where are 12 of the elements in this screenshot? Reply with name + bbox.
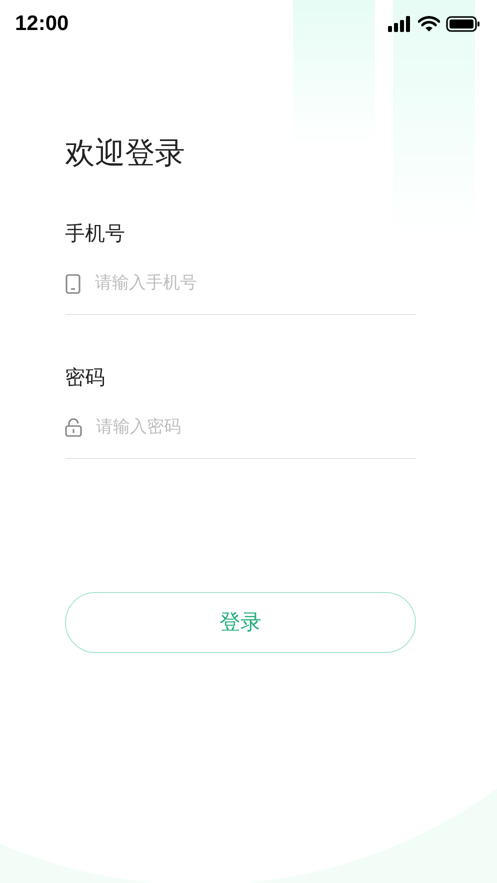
- login-button[interactable]: 登录: [65, 592, 416, 653]
- password-field[interactable]: 请输入密码: [96, 414, 416, 440]
- phone-icon: [65, 274, 81, 294]
- wifi-icon: [418, 16, 440, 32]
- status-time: 12:00: [15, 11, 69, 38]
- lock-icon: [65, 418, 82, 437]
- phone-field[interactable]: 请输入手机号: [95, 270, 416, 296]
- battery-icon: [446, 16, 480, 32]
- field-label: 密码: [65, 364, 105, 391]
- field-label: 手机号: [65, 220, 125, 247]
- page-title: 欢迎登录: [65, 135, 185, 173]
- signal-icon: [388, 16, 412, 32]
